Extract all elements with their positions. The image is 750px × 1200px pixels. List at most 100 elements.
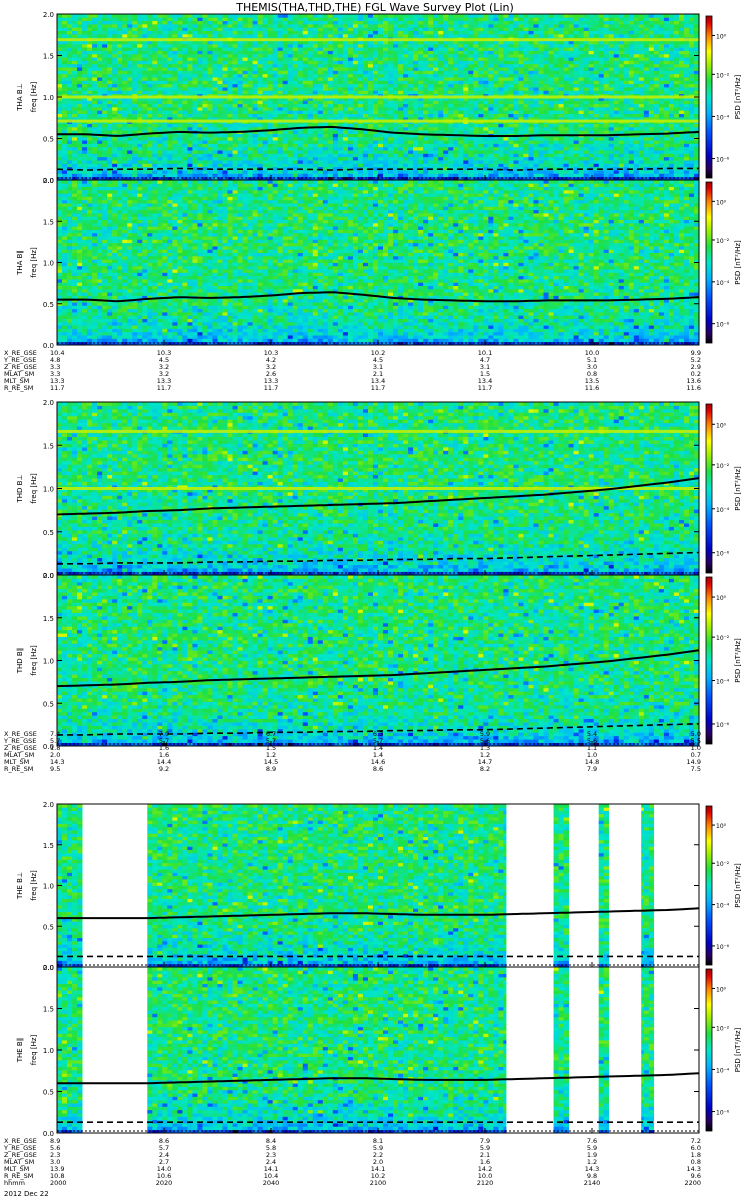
- heatmap-cell: [227, 150, 233, 154]
- heatmap-cell: [418, 103, 424, 108]
- heatmap-cell: [307, 80, 314, 85]
- heatmap-cell: [503, 136, 509, 141]
- heatmap-cell: [347, 113, 354, 118]
- heatmap-cell: [438, 123, 444, 128]
- heatmap-cell: [528, 130, 534, 134]
- heatmap-cell: [132, 100, 138, 105]
- heatmap-cell: [202, 160, 208, 164]
- heatmap-cell: [192, 106, 198, 111]
- heatmap-cell: [357, 20, 364, 25]
- heatmap-cell: [378, 146, 384, 151]
- heatmap-cell: [222, 100, 228, 105]
- heatmap-cell: [518, 33, 524, 38]
- heatmap-cell: [528, 143, 534, 148]
- heatmap-cell: [352, 143, 359, 148]
- heatmap-cell: [342, 153, 349, 158]
- heatmap-cell: [357, 163, 364, 168]
- heatmap-cell: [548, 130, 554, 134]
- heatmap-cell: [132, 156, 138, 161]
- heatmap-cell: [277, 123, 284, 128]
- heatmap-cell: [393, 146, 399, 151]
- heatmap-cell: [528, 156, 534, 161]
- heatmap-cell: [137, 110, 143, 114]
- heatmap-cell: [302, 50, 309, 55]
- heatmap-cell: [312, 133, 319, 138]
- heatmap-cell: [463, 23, 469, 28]
- heatmap-cell: [463, 77, 469, 81]
- heatmap-cell: [157, 100, 163, 105]
- heatmap-cell: [242, 90, 248, 95]
- heatmap-cell: [202, 73, 208, 78]
- heatmap-cell: [132, 123, 138, 128]
- heatmap-cell: [212, 87, 218, 91]
- heatmap-cell: [548, 87, 554, 91]
- heatmap-cell: [197, 80, 203, 85]
- heatmap-cell: [247, 14, 254, 18]
- heatmap-cell: [167, 63, 173, 68]
- heatmap-cell: [187, 23, 193, 28]
- heatmap-cell: [172, 170, 178, 174]
- heatmap-cell: [57, 173, 63, 178]
- heatmap-cell: [337, 110, 344, 114]
- heatmap-cell: [398, 153, 404, 158]
- heatmap-cell: [428, 23, 434, 28]
- heatmap-cell: [87, 90, 93, 95]
- heatmap-cell: [443, 47, 449, 51]
- heatmap-cell: [518, 77, 524, 81]
- heatmap-cell: [172, 30, 178, 35]
- heatmap-cell: [403, 126, 409, 131]
- heatmap-cell: [408, 17, 414, 22]
- heatmap-cell: [272, 50, 279, 55]
- heatmap-cell: [157, 30, 163, 35]
- heatmap-cell: [413, 73, 419, 78]
- heatmap-cell: [142, 106, 148, 111]
- heatmap-cell: [207, 20, 213, 25]
- heatmap-cell: [217, 30, 223, 35]
- heatmap-cell: [362, 73, 369, 78]
- heatmap-cell: [473, 80, 479, 85]
- heatmap-cell: [337, 63, 344, 68]
- heatmap-cell: [222, 87, 228, 91]
- heatmap-cell: [357, 63, 364, 68]
- heatmap-cell: [398, 100, 404, 105]
- heatmap-cell: [553, 90, 559, 95]
- heatmap-cell: [312, 90, 319, 95]
- heatmap-cell: [127, 53, 133, 58]
- heatmap-cell: [383, 170, 389, 174]
- heatmap-cell: [478, 50, 484, 55]
- heatmap-cell: [413, 163, 419, 168]
- heatmap-cell: [498, 60, 504, 65]
- heatmap-cell: [408, 153, 414, 158]
- heatmap-cell: [127, 33, 133, 38]
- heatmap-cell: [538, 43, 544, 48]
- heatmap-cell: [237, 87, 243, 91]
- heatmap-cell: [523, 47, 529, 51]
- heatmap-cell: [433, 126, 439, 131]
- heatmap-cell: [483, 156, 489, 161]
- heatmap-cell: [543, 90, 549, 95]
- heatmap-cell: [543, 60, 549, 65]
- heatmap-cell: [423, 153, 429, 158]
- heatmap-cell: [352, 14, 359, 18]
- heatmap-cell: [508, 83, 514, 88]
- heatmap-cell: [232, 60, 238, 65]
- heatmap-cell: [242, 23, 248, 28]
- heatmap-cell: [403, 110, 409, 114]
- heatmap-cell: [197, 63, 203, 68]
- heatmap-cell: [337, 113, 344, 118]
- heatmap-cell: [117, 67, 123, 71]
- heatmap-cell: [237, 153, 243, 158]
- heatmap-cell: [508, 173, 514, 178]
- heatmap-cell: [222, 136, 228, 141]
- heatmap-cell: [408, 146, 414, 151]
- heatmap-cell: [292, 170, 299, 174]
- heatmap-cell: [413, 27, 419, 31]
- heatmap-cell: [443, 70, 449, 75]
- heatmap-cell: [372, 103, 379, 108]
- heatmap-cell: [137, 106, 143, 111]
- heatmap-cell: [327, 160, 334, 164]
- heatmap-cell: [252, 136, 259, 141]
- heatmap-cell: [277, 133, 284, 138]
- heatmap-cell: [503, 70, 509, 75]
- heatmap-cell: [197, 77, 203, 81]
